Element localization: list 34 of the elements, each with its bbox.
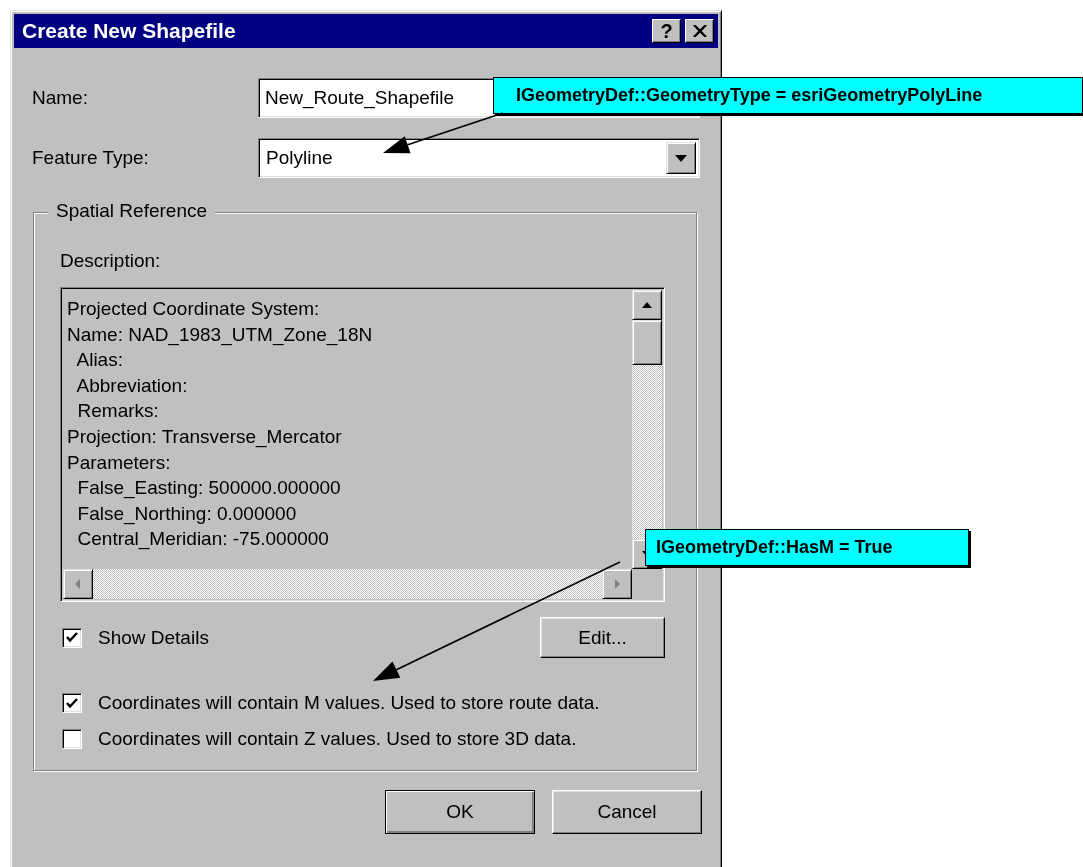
feature-type-dropdown[interactable]: Polyline: [258, 138, 700, 178]
description-line: Alias:: [75, 348, 124, 373]
scrollbar-thumb[interactable]: [632, 320, 662, 365]
description-line: False_Easting: 500000.000000: [76, 476, 342, 501]
field-label: Feature Type:: [32, 147, 150, 169]
description-line: Central_Meridian: -75.000000: [76, 527, 330, 552]
checkbox[interactable]: [62, 693, 82, 713]
cancel-button[interactable]: Cancel: [552, 790, 702, 834]
description-line: Remarks:: [76, 399, 160, 424]
checkbox[interactable]: [62, 729, 82, 749]
description-line: Abbreviation:: [75, 373, 189, 398]
callout-tooltip: IGeometryDef::GeometryType = esriGeometryPolyLine: [493, 77, 1083, 114]
help-button[interactable]: ?: [652, 19, 681, 43]
description-label: Description:: [60, 250, 162, 273]
checkbox-label[interactable]: Coordinates will contain M values. Used to store route data.: [98, 692, 600, 714]
check-icon: [66, 632, 78, 643]
description-line: Projected Coordinate System:: [67, 297, 321, 321]
horizontal-scrollbar[interactable]: [63, 569, 632, 599]
checkbox-label[interactable]: Show Details: [98, 626, 209, 649]
dropdown-arrow-icon: [675, 154, 687, 162]
checkbox[interactable]: [62, 627, 82, 648]
checkbox-label[interactable]: Coordinates will contain Z values. Used to store 3D data.: [98, 728, 577, 750]
check-icon: [66, 697, 78, 709]
description-line: False_Northing: 0.000000: [76, 501, 298, 527]
description-line: Name: NAD_1983_UTM_Zone_18N: [67, 322, 374, 348]
ok-button[interactable]: OK: [385, 790, 535, 834]
description-line: Parameters:: [67, 450, 172, 475]
close-icon: [692, 25, 707, 37]
field-label: Name:: [32, 87, 89, 109]
callout-tooltip: IGeometryDef::HasM = True: [645, 529, 969, 566]
close-button[interactable]: [685, 19, 714, 43]
edit-button[interactable]: Edit...: [540, 617, 665, 658]
description-line: Projection: Transverse_Mercator: [67, 424, 343, 450]
window-title: Create New Shapefile: [22, 19, 237, 43]
